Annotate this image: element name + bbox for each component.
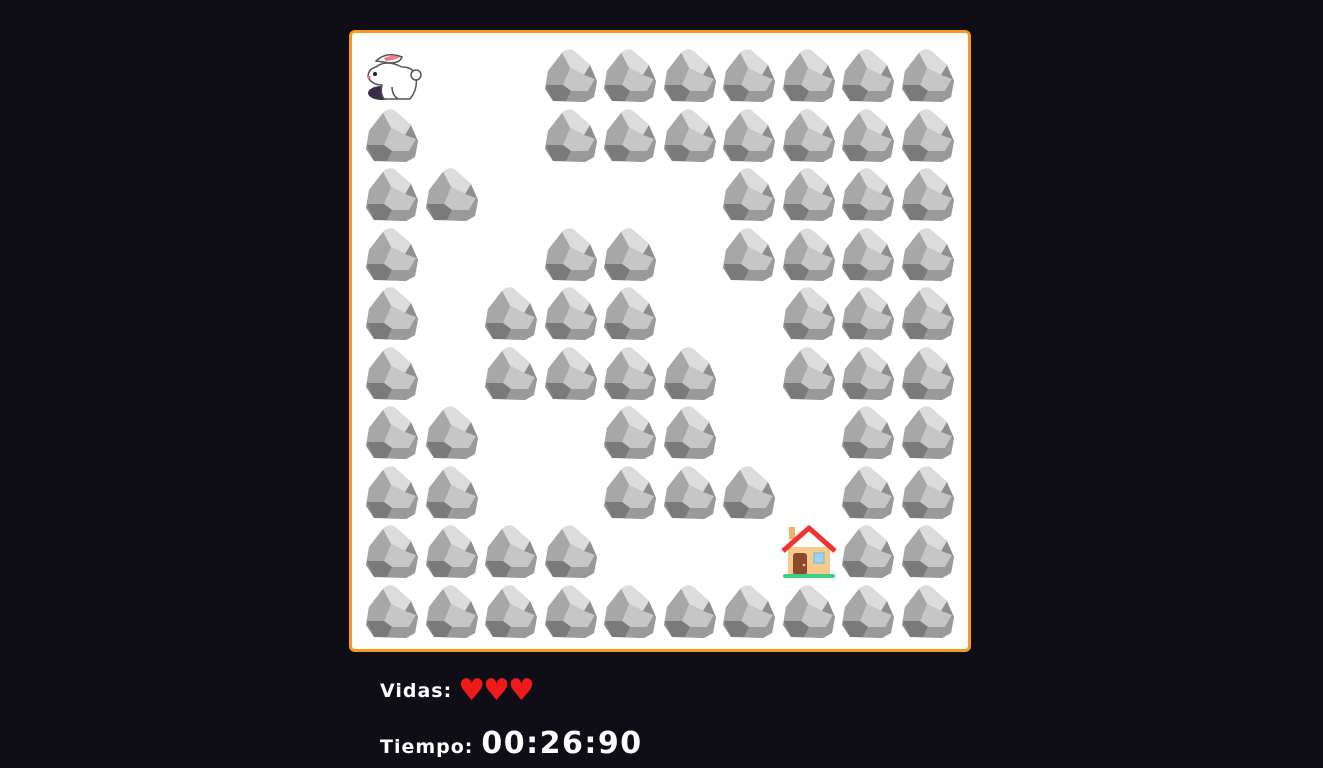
rock-icon (660, 343, 720, 403)
rock-icon (779, 283, 839, 343)
game-board[interactable] (349, 30, 971, 652)
rock-icon (422, 402, 482, 462)
rock-icon (838, 105, 898, 165)
rock-icon (422, 581, 482, 641)
rock-icon (600, 402, 660, 462)
rock-icon (481, 581, 541, 641)
rock-icon (838, 462, 898, 522)
rock-icon (660, 105, 720, 165)
rock-icon (719, 224, 779, 284)
rock-icon (541, 283, 601, 343)
rock-icon (660, 45, 720, 105)
rock-icon (362, 105, 422, 165)
lives-display: Vidas: ♥♥♥ (380, 673, 535, 708)
rock-icon (362, 462, 422, 522)
rock-icon (362, 402, 422, 462)
rock-icon (838, 521, 898, 581)
rock-icon (898, 164, 958, 224)
rock-icon (898, 105, 958, 165)
rock-icon (838, 45, 898, 105)
rock-icon (898, 343, 958, 403)
rock-icon (779, 45, 839, 105)
rock-icon (362, 224, 422, 284)
timer-display: Tiempo: 00:26:90 (380, 726, 643, 761)
rock-icon (660, 581, 720, 641)
house-icon (779, 521, 839, 581)
rock-icon (362, 343, 422, 403)
rabbit-icon (362, 45, 422, 105)
rock-icon (600, 45, 660, 105)
rock-icon (779, 581, 839, 641)
rock-icon (541, 224, 601, 284)
rock-icon (541, 343, 601, 403)
rock-icon (422, 521, 482, 581)
rock-icon (898, 521, 958, 581)
rock-icon (898, 581, 958, 641)
rock-icon (362, 581, 422, 641)
rock-icon (898, 283, 958, 343)
rock-icon (481, 283, 541, 343)
rock-icon (541, 105, 601, 165)
rock-icon (481, 343, 541, 403)
time-value: 00:26:90 (481, 726, 643, 761)
rock-icon (719, 462, 779, 522)
rock-icon (898, 462, 958, 522)
rock-icon (719, 164, 779, 224)
rock-icon (719, 581, 779, 641)
rock-icon (600, 581, 660, 641)
rock-icon (719, 105, 779, 165)
lives-label: Vidas: (380, 680, 453, 702)
rock-icon (660, 462, 720, 522)
rock-icon (898, 402, 958, 462)
rock-icon (600, 283, 660, 343)
rock-icon (838, 402, 898, 462)
rock-icon (838, 343, 898, 403)
rock-icon (541, 521, 601, 581)
rock-icon (362, 164, 422, 224)
rock-icon (898, 45, 958, 105)
rock-icon (779, 164, 839, 224)
rock-icon (422, 462, 482, 522)
rock-icon (719, 45, 779, 105)
rock-icon (541, 581, 601, 641)
rock-icon (600, 224, 660, 284)
rock-icon (838, 283, 898, 343)
rock-icon (600, 462, 660, 522)
rock-icon (898, 224, 958, 284)
rock-icon (600, 105, 660, 165)
rock-icon (779, 343, 839, 403)
rock-icon (660, 402, 720, 462)
rock-icon (779, 105, 839, 165)
rock-icon (422, 164, 482, 224)
rock-icon (481, 521, 541, 581)
rock-icon (838, 164, 898, 224)
rock-icon (779, 224, 839, 284)
time-label: Tiempo: (380, 736, 474, 758)
rock-icon (838, 224, 898, 284)
rock-icon (362, 521, 422, 581)
lives-hearts: ♥♥♥ (458, 673, 535, 708)
rock-icon (362, 283, 422, 343)
rock-icon (600, 343, 660, 403)
rock-icon (541, 45, 601, 105)
rock-icon (838, 581, 898, 641)
